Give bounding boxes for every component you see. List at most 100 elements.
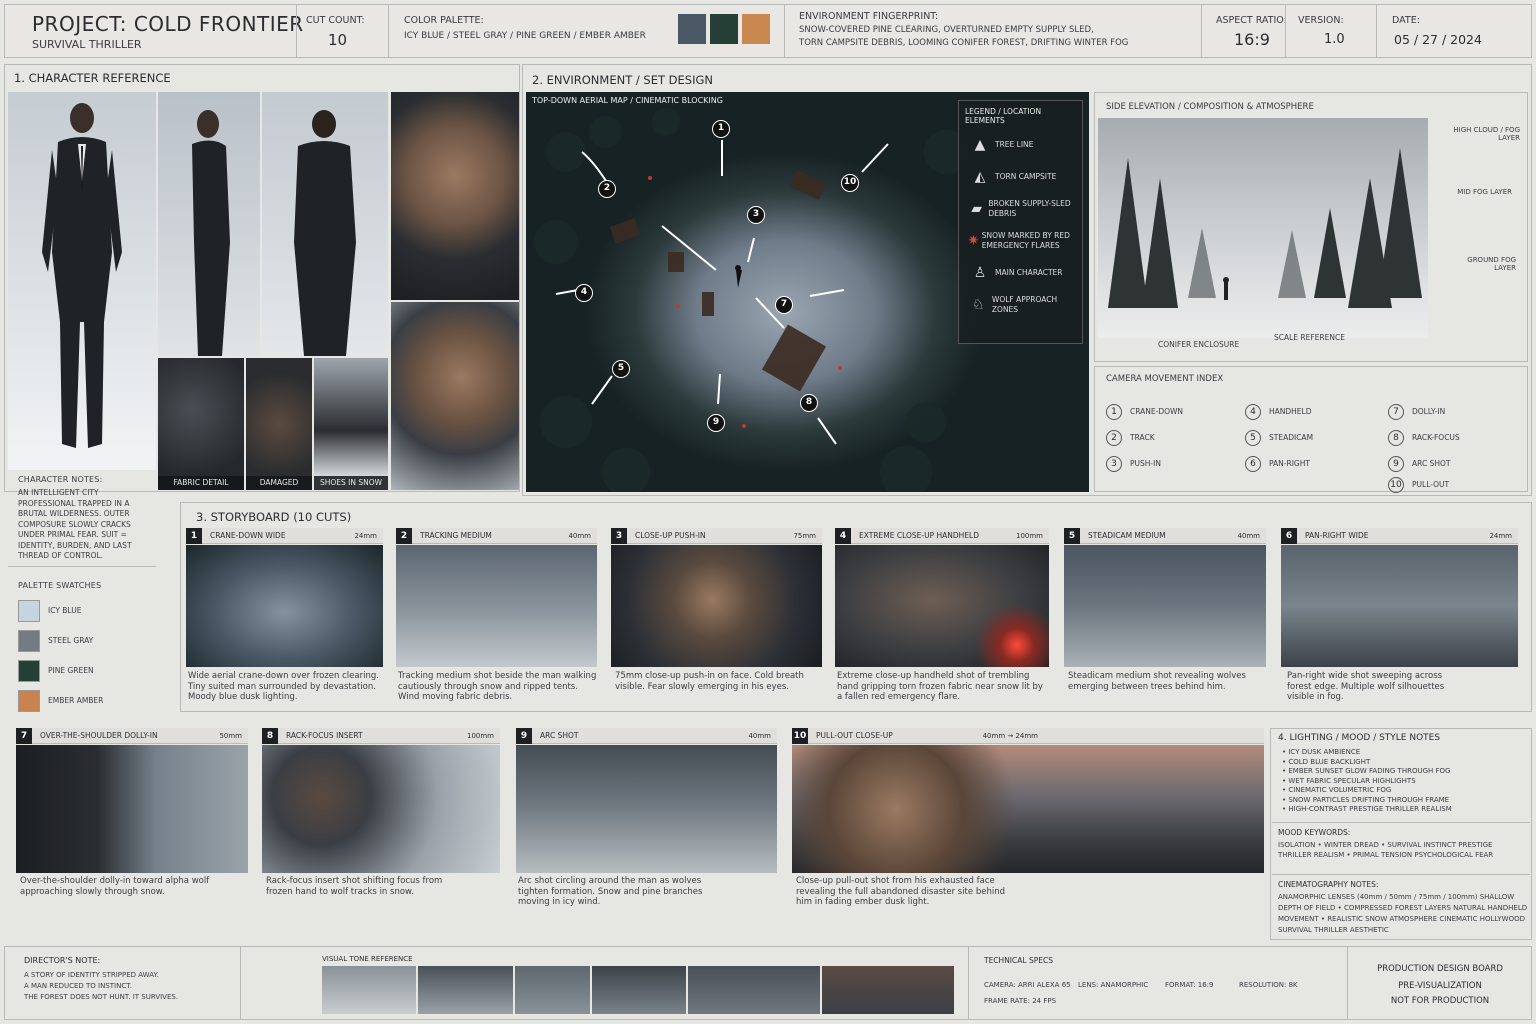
- divider: [1272, 874, 1530, 875]
- cut-count-label: CUT COUNT:: [306, 15, 365, 26]
- fabric-detail-photo: FABRIC DETAIL: [158, 358, 244, 490]
- swatch-pine-green: PINE GREEN: [18, 660, 103, 682]
- fabric-detail-tag: FABRIC DETAIL: [158, 476, 244, 490]
- header-swatch-steel: [678, 14, 706, 44]
- cut-frame: [611, 545, 822, 667]
- board-line3: NOT FOR PRODUCTION: [1390, 996, 1490, 1006]
- figure-silhouette: [42, 103, 122, 448]
- header-divider: [296, 4, 297, 58]
- figure-back-silhouette: [294, 110, 356, 356]
- color-palette-text: ICY BLUE / STEEL GRAY / PINE GREEN / EMB…: [404, 31, 646, 41]
- camera-index-item: 4 HANDHELD: [1245, 396, 1313, 422]
- storyboard-cut-3: 3 CLOSE-UP PUSH-IN 75mm 75mm close-up push…: [611, 527, 822, 704]
- cut-frame: [835, 545, 1049, 667]
- swatch-ember-amber: EMBER AMBER: [18, 690, 103, 712]
- cut-description: Close-up pull-out shot from his exhauste…: [796, 876, 1005, 907]
- storyboard-cut-6: 6 PAN-RIGHT WIDE 24mm Pan-right wide shot …: [1281, 527, 1518, 704]
- character-front-photo: [8, 92, 156, 470]
- spec-camera: CAMERA: ARRI ALEXA 65: [984, 981, 1071, 989]
- cut-frame: [186, 545, 383, 667]
- wolf-icon: ♘: [972, 297, 985, 313]
- tone-thumb: [514, 966, 590, 1014]
- storyboard-cut-4: 4 EXTREME CLOSE-UP HANDHELD 100mm Extreme …: [835, 527, 1049, 704]
- map-marker-4: 4: [575, 284, 593, 302]
- legend-item-sled-debris: ▰ BROKEN SUPPLY-SLED DEBRIS: [965, 193, 1076, 225]
- director-note-line3: THE FOREST DOES NOT HUNT. IT SURVIVES.: [24, 993, 179, 1001]
- legend-title: LEGEND / LOCATION ELEMENTS: [965, 107, 1042, 125]
- shoes-in-snow-tag: SHOES IN SNOW: [314, 476, 388, 490]
- lighting-item: CINEMATIC VOLUMETRIC FOG: [1282, 786, 1452, 796]
- elevation-layer-high: HIGH CLOUD / FOG LAYER: [1453, 126, 1520, 142]
- character-side-photo: [158, 92, 260, 356]
- cut-count-value: 10: [328, 31, 348, 49]
- lighting-item: SNOW PARTICLES DRIFTING THROUGH FRAME: [1282, 796, 1452, 806]
- footer-divider: [968, 946, 969, 1020]
- map-marker-2: 2: [598, 180, 616, 198]
- storyboard-cut-2: 2 TRACKING MEDIUM 40mm Tracking medium sho…: [396, 527, 597, 704]
- spec-format: FORMAT: 16:9: [1165, 981, 1214, 989]
- sled-icon: ▰: [971, 201, 983, 217]
- lighting-item: HIGH-CONTRAST PRESTIGE THRILLER REALISM: [1282, 805, 1451, 815]
- cinematography-notes: ANAMORPHIC LENSES (40mm / 50mm / 75mm / …: [1278, 893, 1528, 934]
- cut-title: TRACKING MEDIUM: [420, 531, 492, 540]
- cut-lens: 40mm: [568, 531, 591, 540]
- cut-number: 5: [1064, 527, 1080, 544]
- map-marker-10: 10: [841, 174, 859, 192]
- header-divider: [1285, 4, 1286, 58]
- character-section-title: 1. CHARACTER REFERENCE: [14, 71, 171, 85]
- cut-lens: 100mm: [1016, 531, 1043, 540]
- character-marker: [736, 270, 742, 288]
- palette-swatch-list: ICY BLUE STEEL GRAY PINE GREEN EMBER AMB…: [18, 600, 103, 720]
- cut-number: 2: [396, 527, 412, 544]
- character-notes-text: AN INTELLIGENT CITY PROFESSIONAL TRAPPED…: [18, 488, 132, 560]
- divider: [8, 566, 156, 567]
- palette-swatches-label: PALETTE SWATCHES: [18, 581, 102, 590]
- spec-frame-rate: FRAME RATE: 24 FPS: [984, 997, 1057, 1005]
- camera-index-item: 7 DOLLY-IN: [1388, 396, 1460, 422]
- cut-number: 1: [186, 527, 202, 544]
- storyboard-cut-8: 8 RACK-FOCUS INSERT 100mm Rack-focus inser…: [262, 727, 500, 912]
- cut-lens: 24mm: [1489, 531, 1512, 540]
- character-notes-label: CHARACTER NOTES:: [18, 475, 103, 484]
- page-subtitle: SURVIVAL THRILLER: [32, 38, 142, 51]
- tone-thumb: [591, 966, 687, 1014]
- map-marker-1: 1: [712, 120, 730, 138]
- version-value: 1.0: [1324, 32, 1345, 47]
- cut-description: Extreme close-up handheld shot of trembl…: [837, 671, 1043, 702]
- cut-lens: 24mm: [354, 531, 377, 540]
- cut-description: 75mm close-up push-in on face. Cold brea…: [615, 671, 804, 692]
- elevation-layer-mid: MID FOG LAYER: [1457, 188, 1512, 196]
- camera-index-col3: 7 DOLLY-IN 8 RACK-FOCUS 9 ARC SHOT: [1388, 396, 1460, 474]
- legend-item-tree-line: ▲ TREE LINE: [965, 129, 1076, 161]
- flare-icon: ✷: [967, 233, 980, 249]
- map-marker-3: 3: [747, 206, 765, 224]
- elevation-layer-ground: GROUND FOG LAYER: [1467, 256, 1516, 272]
- aerial-map: 1 2 3 4 5 7 8 9 10 TOP-DOWN AERIAL MAP /…: [526, 92, 1089, 492]
- cut-number: 6: [1281, 527, 1297, 544]
- camera-index-title: CAMERA MOVEMENT INDEX: [1106, 374, 1224, 384]
- camera-index-item: 5 STEADICAM: [1245, 422, 1313, 448]
- legend-item-torn-campsite: ◭ TORN CAMPSITE: [965, 161, 1076, 193]
- legend-item-main-character: ♙ MAIN CHARACTER: [965, 257, 1076, 289]
- cut-number: 9: [516, 727, 532, 744]
- tree-icon: ▲: [974, 137, 986, 153]
- environment-section-title: 2. ENVIRONMENT / SET DESIGN: [532, 73, 713, 87]
- storyboard-cut-7: 7 OVER-THE-SHOULDER DOLLY-IN 50mm Over-the…: [16, 727, 248, 912]
- cut-number: 7: [16, 727, 32, 744]
- cut-title: EXTREME CLOSE-UP HANDHELD: [859, 531, 980, 540]
- cut-frame: [16, 745, 248, 873]
- tent-icon: ◭: [974, 169, 986, 185]
- camera-index-item: 2 TRACK: [1106, 422, 1183, 448]
- cut-lens: 100mm: [467, 731, 494, 740]
- environment-fingerprint-label: ENVIRONMENT FINGERPRINT:: [799, 11, 939, 22]
- director-note-line1: A STORY OF IDENTITY STRIPPED AWAY.: [24, 971, 159, 979]
- mood-keywords: ISOLATION • WINTER DREAD • SURVIVAL INST…: [1278, 841, 1494, 859]
- damaged-sleeve-tag: DAMAGED SLEEVE: [246, 476, 312, 490]
- date-label: DATE:: [1392, 15, 1420, 26]
- board-line2: PRE-VISUALIZATION: [1398, 981, 1482, 991]
- spec-resolution: RESOLUTION: 8K: [1239, 981, 1298, 989]
- footer-divider: [240, 946, 241, 1020]
- cut-title: OVER-THE-SHOULDER DOLLY-IN: [40, 731, 158, 740]
- cut-description: Wide aerial crane-down over frozen clear…: [188, 671, 379, 702]
- figure-side-silhouette: [192, 110, 230, 356]
